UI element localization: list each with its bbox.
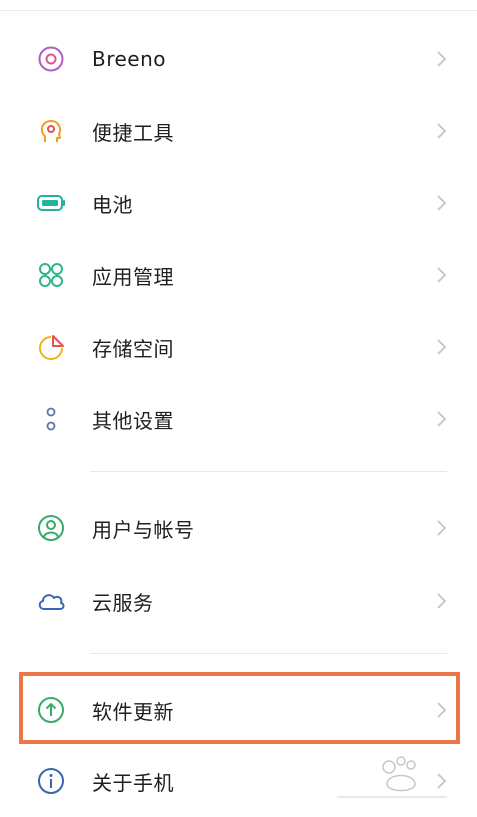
chevron-right-icon (434, 191, 450, 215)
settings-item-label: 用户与帐号 (92, 517, 195, 542)
settings-item-user-account[interactable]: 用户与帐号 (0, 498, 477, 558)
settings-item-label: 应用管理 (92, 264, 174, 289)
chevron-right-icon (434, 47, 450, 71)
breeno-icon (34, 42, 68, 76)
section-divider (90, 471, 447, 472)
watermark-logo (327, 749, 457, 805)
settings-item-other-settings[interactable]: 其他设置 (0, 389, 477, 449)
settings-item-label: 关于手机 (92, 770, 174, 795)
settings-item-software-update[interactable]: 软件更新 (0, 680, 477, 740)
settings-item-storage[interactable]: 存储空间 (0, 317, 477, 377)
settings-item-label: 软件更新 (92, 699, 174, 724)
chevron-right-icon (434, 119, 450, 143)
settings-item-label: 存储空间 (92, 336, 174, 361)
app-management-icon (34, 258, 68, 292)
settings-item-battery[interactable]: 电池 (0, 173, 477, 233)
settings-item-cloud-service[interactable]: 云服务 (0, 571, 477, 631)
storage-icon (34, 330, 68, 364)
chevron-right-icon (434, 589, 450, 613)
settings-item-breeno[interactable]: Breeno (0, 29, 477, 89)
software-update-icon (34, 693, 68, 727)
chevron-right-icon (434, 407, 450, 431)
chevron-right-icon (434, 698, 450, 722)
quick-tools-icon (34, 114, 68, 148)
user-account-icon (34, 511, 68, 545)
chevron-right-icon (434, 335, 450, 359)
settings-item-quick-tools[interactable]: 便捷工具 (0, 101, 477, 161)
settings-item-label: 云服务 (92, 590, 154, 615)
battery-icon (34, 186, 68, 220)
settings-item-label: 便捷工具 (92, 120, 174, 145)
other-settings-icon (34, 402, 68, 436)
chevron-right-icon (434, 263, 450, 287)
settings-item-label: 电池 (92, 192, 133, 217)
about-phone-icon (34, 764, 68, 798)
top-divider (0, 10, 477, 11)
cloud-service-icon (34, 584, 68, 618)
settings-item-label: 其他设置 (92, 408, 174, 433)
chevron-right-icon (434, 516, 450, 540)
settings-item-label: Breeno (92, 47, 167, 71)
settings-item-app-management[interactable]: 应用管理 (0, 245, 477, 305)
section-divider (90, 653, 447, 654)
